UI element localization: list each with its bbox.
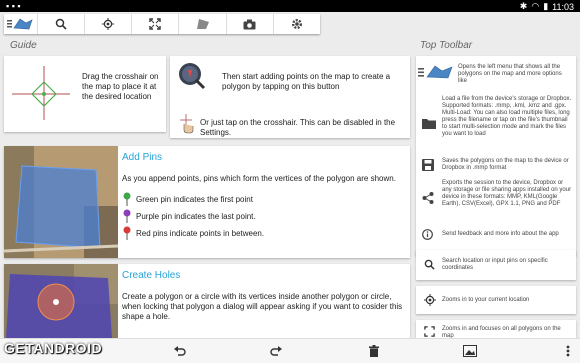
settings-button[interactable] (272, 14, 320, 34)
delete-button[interactable] (366, 343, 382, 359)
crosshair-icon (12, 66, 70, 120)
overflow-menu-button[interactable] (560, 343, 576, 359)
menu-help-text: Opens the left menu that shows all the p… (458, 64, 562, 84)
search-button[interactable] (36, 14, 84, 34)
search-help-card: Search location or input pins on specifi… (416, 250, 576, 280)
add-pins-heading: Add Pins (122, 152, 163, 163)
expand-icon (149, 18, 161, 30)
search-icon (424, 259, 435, 270)
gear-icon (291, 19, 302, 29)
notification-icons: ▪ ▪ ▪ (6, 1, 21, 11)
search-icon (55, 18, 67, 30)
share-icon (422, 192, 434, 204)
menu-icon (7, 18, 33, 30)
create-holes-heading: Create Holes (122, 270, 181, 281)
battery-icon: ▮ (543, 1, 549, 11)
tap-crosshair-text: Or just tap on the crosshair. This can b… (200, 118, 396, 137)
undo-button[interactable] (172, 343, 188, 359)
toolbar-help-card: Opens the left menu that shows all the p… (416, 56, 576, 256)
overflow-dots-icon (566, 345, 570, 357)
crosshair-guide-text: Drag the crosshair on the map to place i… (82, 72, 159, 101)
watermark-logo: GETANDROID (4, 340, 103, 356)
camera-icon (243, 19, 256, 29)
menu-icon (418, 65, 453, 79)
crosshair-location-icon (102, 18, 115, 30)
my-location-button[interactable] (83, 14, 131, 34)
red-pin-text: Red pins indicate points in between. (136, 228, 265, 238)
search-help-text: Search location or input pins on specifi… (442, 258, 548, 271)
app-toolbar (4, 14, 320, 34)
expand-icon (424, 326, 435, 337)
status-bar: ▪ ▪ ▪ ✱ ◠ ▮ 11:03 (0, 0, 580, 12)
bluetooth-icon: ✱ (519, 1, 528, 11)
top-toolbar-title: Top Toolbar (420, 40, 473, 51)
add-pins-map-image (4, 146, 118, 258)
purple-pin-icon (123, 209, 131, 223)
shape-button[interactable] (178, 14, 225, 34)
crosshair-location-icon (424, 294, 436, 306)
wifi-icon: ◠ (531, 1, 540, 11)
add-point-button-icon (179, 63, 206, 90)
crosshair-guide-card: Drag the crosshair on the map to place i… (4, 56, 166, 132)
save-help-text: Saves the polygons on the map to the dev… (442, 158, 569, 171)
export-help-text: Exports the session to the device, Dropb… (442, 180, 572, 207)
guide-title: Guide (10, 40, 37, 51)
add-pins-card: Add Pins As you append points, pins whic… (4, 146, 410, 258)
create-holes-map-image (4, 264, 118, 338)
green-pin-icon (123, 192, 131, 206)
menu-button[interactable] (4, 14, 37, 34)
tap-hand-icon (180, 114, 194, 134)
redo-icon (270, 346, 282, 356)
load-help-text: Load a file from the device's storage or… (442, 96, 572, 137)
purple-pin-text: Purple pin indicates the last point. (136, 211, 256, 221)
create-holes-card: Create Holes Create a polygon or a circl… (4, 264, 410, 338)
polygon-shape-icon (196, 19, 209, 29)
undo-icon (174, 346, 186, 356)
info-icon (422, 229, 433, 240)
add-pins-intro: As you append points, pins which form th… (122, 174, 396, 183)
clock: 11:03 (552, 1, 574, 12)
folder-icon (422, 119, 436, 129)
trash-icon (369, 345, 379, 357)
green-pin-text: Green pin indicates the first point (136, 194, 253, 204)
map-layers-button[interactable] (462, 343, 478, 359)
feedback-help-text: Send feedback and more info about the ap… (442, 231, 559, 237)
location-help-text: Zooms in to your current location (442, 297, 530, 303)
location-help-card: Zooms in to your current location (416, 286, 576, 314)
zoom-all-button[interactable] (131, 14, 178, 34)
create-holes-text: Create a polygon or a circle with its ve… (122, 292, 403, 321)
add-points-guide-card: Then start adding points on the map to c… (170, 56, 410, 138)
save-icon (422, 159, 434, 171)
add-points-text: Then start adding points on the map to c… (222, 72, 391, 91)
redo-button[interactable] (268, 343, 284, 359)
red-pin-icon (123, 226, 131, 240)
image-layers-icon (463, 345, 477, 357)
camera-button[interactable] (225, 14, 273, 34)
